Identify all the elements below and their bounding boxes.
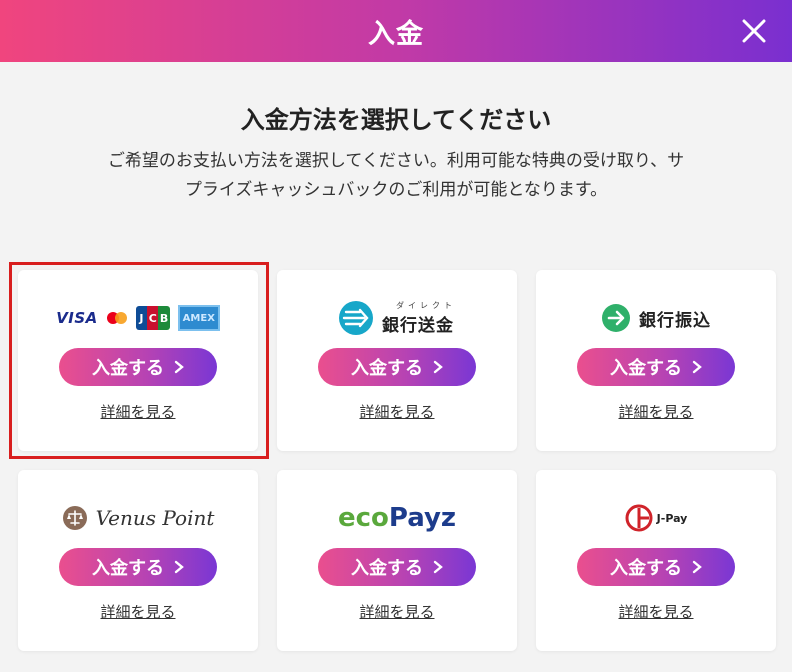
chevron-right-icon [174,360,184,374]
bank-transfer-title: 銀行振込 [639,310,711,331]
visa-logo: VISA [56,309,98,327]
arrow-circle-icon [602,304,630,332]
modal-header: 入金 [0,0,792,62]
payment-card-credit: VISA J C B AMEX 入金する 詳細を見る [18,270,258,451]
chevron-right-icon [692,560,702,574]
deposit-button-jpay[interactable]: 入金する [577,548,735,586]
direct-transfer-icon [339,301,373,335]
deposit-button-label: 入金する [610,558,682,579]
detail-link-venus-point[interactable]: 詳細を見る [18,601,258,622]
jpay-logo: J-Pay [536,498,776,538]
payment-card-jpay: J-Pay 入金する 詳細を見る [536,470,776,651]
jpay-title: J-Pay [656,511,688,525]
section-description: ご希望のお支払い方法を選択してください。利用可能な特典の受け取り、サプライズキャ… [107,151,685,200]
ecopayz-payz-text: Payz [388,503,457,533]
chevron-right-icon [174,560,184,574]
amex-logo: AMEX [177,305,220,331]
payment-card-venus-point: Venus Point 入金する 詳細を見る [18,470,258,651]
deposit-button-label: 入金する [351,358,423,379]
payment-card-direct-transfer: ダイレクト 銀行送金 入金する 詳細を見る [277,270,517,451]
direct-transfer-logo: ダイレクト 銀行送金 [277,298,517,338]
detail-link-direct-transfer[interactable]: 詳細を見る [277,401,517,422]
deposit-button-label: 入金する [92,558,164,579]
deposit-button-label: 入金する [92,358,164,379]
direct-title: 銀行送金 [382,316,454,336]
close-icon [742,19,766,43]
section-heading: 入金方法を選択してください [240,106,552,134]
chevron-right-icon [433,360,443,374]
ecopayz-logo: eco Payz [277,498,517,538]
detail-link-credit[interactable]: 詳細を見る [18,401,258,422]
bank-transfer-logo: 銀行振込 [536,298,776,338]
detail-link-ecopayz[interactable]: 詳細を見る [277,601,517,622]
deposit-button-label: 入金する [610,358,682,379]
direct-subtitle: ダイレクト [396,301,456,310]
close-button[interactable] [734,11,774,51]
venus-point-title: Venus Point [95,506,215,530]
venus-point-logo: Venus Point [18,498,258,538]
credit-card-logos: VISA J C B AMEX [18,298,258,338]
jcb-logo: J C B [135,306,170,330]
mastercard-icon [106,312,127,324]
deposit-button-credit[interactable]: 入金する [59,348,217,386]
deposit-button-label: 入金する [351,558,423,579]
deposit-button-direct-transfer[interactable]: 入金する [318,348,476,386]
detail-link-bank-transfer[interactable]: 詳細を見る [536,401,776,422]
ecopayz-eco-text: eco [337,503,389,533]
payment-card-ecopayz: eco Payz 入金する 詳細を見る [277,470,517,651]
deposit-button-bank-transfer[interactable]: 入金する [577,348,735,386]
jpay-icon [625,504,653,532]
chevron-right-icon [692,360,702,374]
modal-title: 入金 [368,18,424,50]
chevron-right-icon [433,560,443,574]
venus-scales-icon [62,506,87,530]
deposit-button-venus-point[interactable]: 入金する [59,548,217,586]
payment-card-bank-transfer: 銀行振込 入金する 詳細を見る [536,270,776,451]
deposit-button-ecopayz[interactable]: 入金する [318,548,476,586]
detail-link-jpay[interactable]: 詳細を見る [536,601,776,622]
